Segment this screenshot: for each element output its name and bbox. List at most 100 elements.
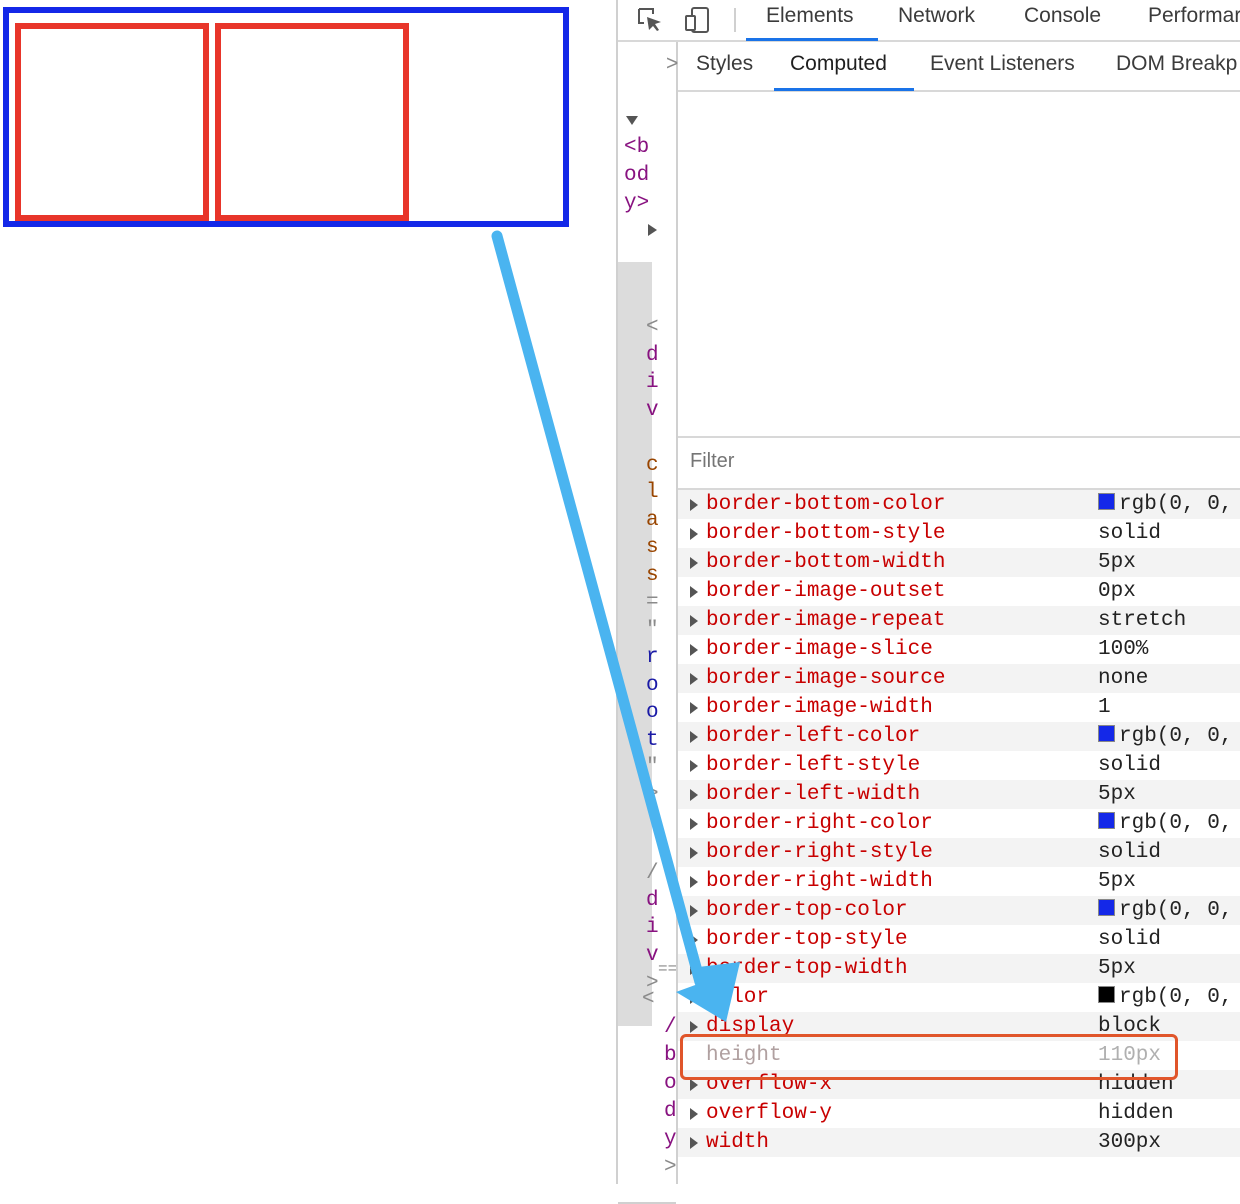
computed-property-row[interactable]: overflow-y hidden (678, 1099, 1240, 1128)
devtools-panel: Elements Network Console Performar <b o d… (616, 0, 1240, 1204)
root-div[interactable] (3, 7, 569, 227)
property-value-text: rgb(0, 0, (1119, 725, 1233, 748)
expand-triangle-icon[interactable] (690, 673, 698, 685)
expand-triangle-icon[interactable] (690, 963, 698, 975)
dom-div-char: d (646, 344, 659, 367)
expand-triangle-icon[interactable] (690, 789, 698, 801)
dom-div-char: > (646, 783, 659, 806)
expand-triangle-icon[interactable] (690, 1137, 698, 1149)
computed-property-row[interactable]: border-image-width 1 (678, 693, 1240, 722)
computed-property-row[interactable]: border-bottom-style solid (678, 519, 1240, 548)
dom-body-close-char: / (664, 1016, 677, 1039)
computed-property-row[interactable]: border-top-color rgb(0, 0, (678, 896, 1240, 925)
tab-styles[interactable]: Styles (696, 52, 753, 76)
computed-property-row[interactable]: width 300px (678, 1128, 1240, 1157)
expand-triangle-icon[interactable] (690, 905, 698, 917)
dom-body-close-char: y (664, 1128, 677, 1151)
computed-property-row[interactable]: border-image-outset 0px (678, 577, 1240, 606)
expand-triangle-icon[interactable] (690, 586, 698, 598)
property-name: border-top-style (706, 928, 908, 951)
subtab-chevron[interactable]: > (666, 52, 678, 76)
expand-triangle-icon[interactable] (690, 1108, 698, 1120)
property-value-text: 300px (1098, 1131, 1162, 1154)
computed-property-row[interactable]: border-image-slice 100% (678, 635, 1240, 664)
property-value-text: 5px (1098, 783, 1136, 806)
expand-triangle-icon[interactable] (690, 731, 698, 743)
expand-triangle-icon[interactable] (690, 1021, 698, 1033)
property-value: 100% (1098, 635, 1148, 664)
computed-property-row[interactable]: border-left-style solid (678, 751, 1240, 780)
color-swatch-icon[interactable] (1098, 812, 1115, 829)
active-subtab-indicator (774, 88, 914, 91)
property-name: border-bottom-width (706, 551, 946, 574)
computed-property-row[interactable]: border-image-repeat stretch (678, 606, 1240, 635)
dom-div-close-char: i (646, 916, 659, 939)
expand-triangle-icon[interactable] (690, 615, 698, 627)
tab-performance[interactable]: Performar (1148, 4, 1240, 28)
expand-triangle-icon[interactable] (690, 760, 698, 772)
computed-property-row[interactable]: border-right-width 5px (678, 867, 1240, 896)
dom-body-open-1: <b (624, 136, 650, 159)
expand-triangle-icon[interactable] (690, 1079, 698, 1091)
property-value-text: 5px (1098, 551, 1136, 574)
dom-tree[interactable]: <b od y> < d i v c l a s s = " r o o t " > / d i v > == < / b o d… (618, 42, 678, 1204)
dom-body-close-char: o (664, 1072, 677, 1095)
dom-eq-marker: == (658, 960, 678, 978)
property-value: solid (1098, 925, 1161, 954)
computed-property-row[interactable]: color rgb(0, 0, (678, 983, 1240, 1012)
expand-triangle-icon[interactable] (690, 499, 698, 511)
color-swatch-icon[interactable] (1098, 986, 1115, 1003)
expand-triangle-icon[interactable] (690, 847, 698, 859)
computed-property-row[interactable]: border-top-width 5px (678, 954, 1240, 983)
computed-property-row[interactable]: border-left-color rgb(0, 0, (678, 722, 1240, 751)
property-value-text: rgb(0, 0, (1119, 812, 1233, 835)
expand-triangle-icon[interactable] (690, 818, 698, 830)
expand-triangle-icon[interactable] (690, 876, 698, 888)
expand-triangle-icon[interactable] (690, 992, 698, 1004)
property-value-text: 5px (1098, 870, 1136, 893)
property-value-text: 5px (1098, 957, 1136, 980)
computed-property-row[interactable]: border-top-style solid (678, 925, 1240, 954)
color-swatch-icon[interactable] (1098, 493, 1115, 510)
tab-event-listeners[interactable]: Event Listeners (930, 52, 1075, 76)
dom-div-char: o (646, 701, 659, 724)
expand-triangle-icon[interactable] (648, 224, 657, 236)
property-value: hidden (1098, 1099, 1174, 1128)
computed-property-row[interactable]: border-bottom-color rgb(0, 0, (678, 490, 1240, 519)
expand-triangle-icon[interactable] (690, 644, 698, 656)
computed-property-row[interactable]: border-image-source none (678, 664, 1240, 693)
color-swatch-icon[interactable] (1098, 899, 1115, 916)
height-highlight-annotation (680, 1034, 1178, 1080)
property-value: 5px (1098, 954, 1136, 983)
child-box-1[interactable] (15, 23, 209, 221)
property-value-text: solid (1098, 928, 1162, 951)
device-toolbar-icon[interactable] (684, 6, 712, 34)
dom-div-char: a (646, 509, 659, 532)
property-value: solid (1098, 838, 1161, 867)
computed-property-row[interactable]: border-right-style solid (678, 838, 1240, 867)
property-name: border-left-width (706, 783, 921, 806)
expand-triangle-icon[interactable] (690, 702, 698, 714)
dom-div-char: = (646, 591, 659, 614)
expand-triangle-icon[interactable] (690, 528, 698, 540)
computed-property-row[interactable]: border-right-color rgb(0, 0, (678, 809, 1240, 838)
tab-computed[interactable]: Computed (790, 52, 887, 76)
property-value: 5px (1098, 548, 1136, 577)
computed-property-row[interactable]: border-left-width 5px (678, 780, 1240, 809)
property-value-text: solid (1098, 841, 1162, 864)
filter-input[interactable] (690, 450, 990, 473)
expand-triangle-icon[interactable] (690, 934, 698, 946)
collapse-triangle-icon[interactable] (626, 116, 638, 125)
expand-triangle-icon[interactable] (690, 557, 698, 569)
tab-dom-breakpoints[interactable]: DOM Breakp (1116, 52, 1237, 76)
tab-elements[interactable]: Elements (766, 4, 854, 28)
property-value: rgb(0, 0, (1098, 722, 1232, 751)
property-value: none (1098, 664, 1148, 693)
tab-network[interactable]: Network (898, 4, 975, 28)
tab-console[interactable]: Console (1024, 4, 1101, 28)
color-swatch-icon[interactable] (1098, 725, 1115, 742)
computed-property-row[interactable]: border-bottom-width 5px (678, 548, 1240, 577)
property-value-text: solid (1098, 522, 1162, 545)
inspect-element-icon[interactable] (636, 6, 664, 34)
child-box-2[interactable] (215, 23, 409, 221)
